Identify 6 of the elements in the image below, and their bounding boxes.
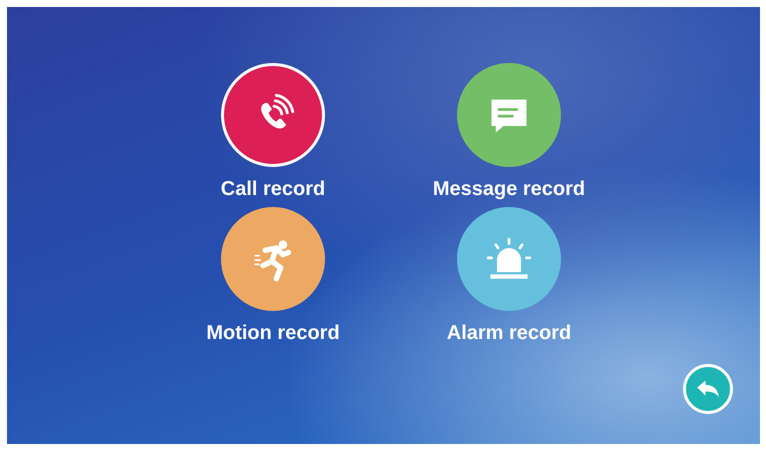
back-button[interactable]: [683, 364, 733, 414]
record-label: Call record: [220, 177, 326, 201]
curved-arrow-icon: [695, 379, 721, 399]
record-label: Alarm record: [446, 321, 572, 345]
record-label: Message record: [432, 177, 586, 201]
record-label: Motion record: [206, 321, 340, 345]
